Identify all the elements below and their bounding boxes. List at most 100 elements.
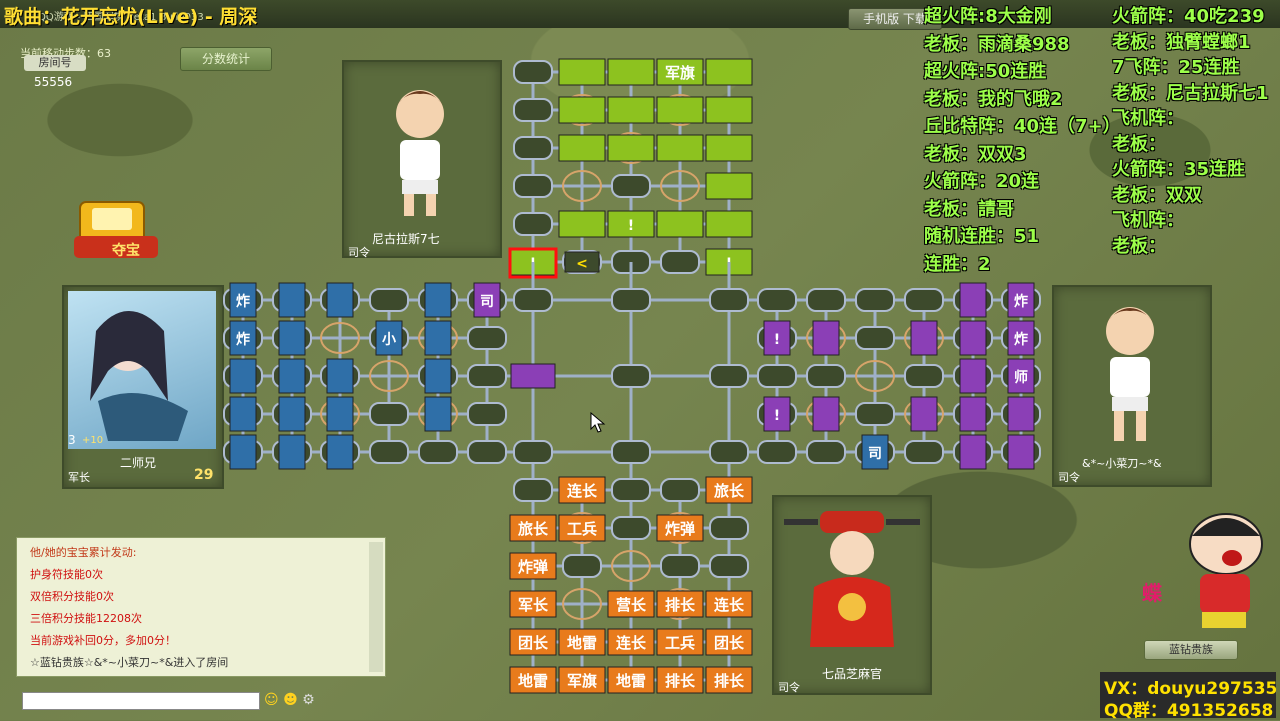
game-piece[interactable] xyxy=(812,396,840,432)
empty-post[interactable] xyxy=(855,288,895,312)
empty-post[interactable] xyxy=(904,288,944,312)
game-piece[interactable] xyxy=(229,396,257,432)
piece-label[interactable]: 排长 xyxy=(665,672,696,690)
game-piece[interactable] xyxy=(326,396,354,432)
piece-label[interactable]: ! xyxy=(774,408,780,424)
piece-label[interactable]: 营长 xyxy=(616,596,647,614)
game-piece[interactable] xyxy=(656,134,704,162)
game-piece[interactable] xyxy=(558,134,606,162)
game-piece[interactable] xyxy=(558,210,606,238)
game-piece[interactable] xyxy=(1007,396,1035,432)
game-piece[interactable] xyxy=(959,434,987,470)
empty-post[interactable] xyxy=(513,60,553,84)
chat-input[interactable] xyxy=(22,692,260,710)
settings-icon[interactable]: ⚙ xyxy=(302,692,315,708)
empty-post[interactable] xyxy=(757,440,797,464)
face-icon[interactable]: ☻ xyxy=(283,692,298,708)
game-piece[interactable] xyxy=(1007,434,1035,470)
piece-label[interactable]: 军旗 xyxy=(567,672,597,690)
piece-label[interactable]: 工兵 xyxy=(665,634,695,652)
game-piece[interactable] xyxy=(229,434,257,470)
empty-post[interactable] xyxy=(709,516,749,540)
empty-post[interactable] xyxy=(757,364,797,388)
game-piece[interactable] xyxy=(910,320,938,356)
emoji-icon[interactable]: ☺ xyxy=(264,692,279,708)
game-piece[interactable] xyxy=(959,396,987,432)
empty-post[interactable] xyxy=(660,478,700,502)
empty-post[interactable] xyxy=(904,364,944,388)
game-piece[interactable] xyxy=(959,358,987,394)
chat-toolbar-icons[interactable]: ☺ ☻ ⚙ xyxy=(264,692,315,708)
game-piece[interactable] xyxy=(424,320,452,356)
piece-label[interactable]: 师 xyxy=(1014,369,1028,386)
piece-label[interactable]: 炸 xyxy=(1014,293,1028,310)
empty-post[interactable] xyxy=(467,440,507,464)
game-piece[interactable] xyxy=(278,434,306,470)
game-piece[interactable] xyxy=(424,282,452,318)
empty-post[interactable] xyxy=(709,554,749,578)
game-piece[interactable] xyxy=(705,172,753,200)
empty-post[interactable] xyxy=(660,250,700,274)
blue-diamond-button[interactable]: 蓝钻贵族 xyxy=(1144,640,1238,660)
empty-post[interactable] xyxy=(562,554,602,578)
game-piece[interactable] xyxy=(607,96,655,124)
empty-post[interactable] xyxy=(855,326,895,350)
empty-post[interactable] xyxy=(709,288,749,312)
empty-post[interactable] xyxy=(467,364,507,388)
empty-post[interactable] xyxy=(513,136,553,160)
empty-post[interactable] xyxy=(369,402,409,426)
piece-label[interactable]: 炸 xyxy=(1014,331,1028,348)
game-piece[interactable] xyxy=(424,358,452,394)
game-piece[interactable] xyxy=(510,363,556,389)
game-piece[interactable] xyxy=(910,396,938,432)
empty-post[interactable] xyxy=(709,364,749,388)
empty-post[interactable] xyxy=(855,402,895,426)
empty-post[interactable] xyxy=(611,478,651,502)
empty-post[interactable] xyxy=(806,288,846,312)
piece-label[interactable]: 团长 xyxy=(714,634,745,652)
piece-label[interactable]: ! xyxy=(774,332,780,348)
game-piece[interactable] xyxy=(959,282,987,318)
empty-post[interactable] xyxy=(611,364,651,388)
piece-label[interactable]: 军旗 xyxy=(665,64,695,82)
piece-label[interactable]: < xyxy=(576,256,588,272)
game-piece[interactable] xyxy=(812,320,840,356)
piece-label[interactable]: 排长 xyxy=(714,672,745,690)
piece-label[interactable]: 炸弹 xyxy=(665,520,695,538)
empty-post[interactable] xyxy=(806,440,846,464)
empty-post[interactable] xyxy=(513,440,553,464)
empty-post[interactable] xyxy=(611,174,651,198)
piece-label[interactable]: 司 xyxy=(480,294,494,310)
empty-post[interactable] xyxy=(513,174,553,198)
game-piece[interactable] xyxy=(278,282,306,318)
empty-post[interactable] xyxy=(418,440,458,464)
piece-label[interactable]: 连长 xyxy=(616,634,647,652)
game-piece[interactable] xyxy=(705,210,753,238)
piece-label[interactable]: 团长 xyxy=(518,634,549,652)
empty-post[interactable] xyxy=(611,440,651,464)
game-piece[interactable] xyxy=(959,320,987,356)
game-piece[interactable] xyxy=(278,396,306,432)
piece-label[interactable]: 旅长 xyxy=(714,482,745,500)
empty-post[interactable] xyxy=(611,288,651,312)
game-piece[interactable] xyxy=(705,96,753,124)
chat-scrollbar[interactable] xyxy=(369,542,383,672)
game-piece[interactable] xyxy=(424,396,452,432)
game-piece[interactable] xyxy=(656,210,704,238)
piece-label[interactable]: 炸 xyxy=(236,293,250,310)
empty-post[interactable] xyxy=(513,212,553,236)
empty-post[interactable] xyxy=(709,440,749,464)
game-piece[interactable] xyxy=(278,358,306,394)
piece-label[interactable]: 连长 xyxy=(567,482,598,500)
empty-post[interactable] xyxy=(757,288,797,312)
game-piece[interactable] xyxy=(326,434,354,470)
empty-post[interactable] xyxy=(904,440,944,464)
piece-label[interactable]: 司 xyxy=(868,446,882,462)
empty-post[interactable] xyxy=(660,554,700,578)
piece-label[interactable]: 小 xyxy=(382,332,396,348)
empty-post[interactable] xyxy=(467,326,507,350)
piece-label[interactable]: 地雷 xyxy=(616,672,646,690)
empty-post[interactable] xyxy=(513,98,553,122)
empty-post[interactable] xyxy=(467,402,507,426)
piece-label[interactable]: 旅长 xyxy=(518,520,549,538)
